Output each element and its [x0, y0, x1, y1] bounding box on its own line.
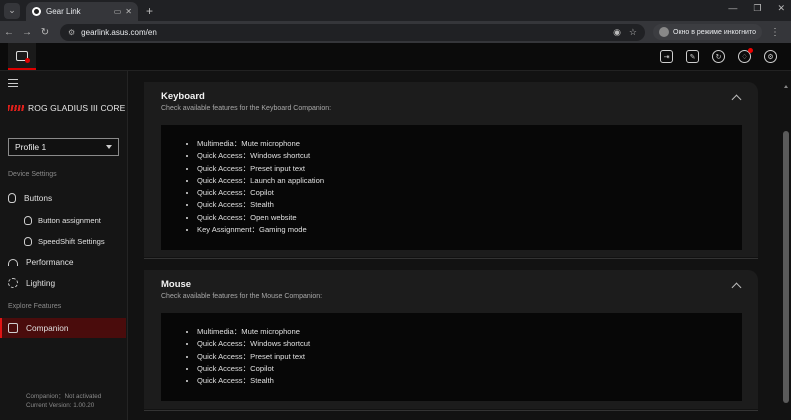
lighting-sun-icon: [8, 278, 18, 288]
panel-description: Check available features for the Mouse C…: [161, 293, 323, 300]
profile-value: Profile 1: [15, 142, 47, 152]
sidebar-item-lighting[interactable]: Lighting: [0, 273, 126, 293]
sidebar-item-performance[interactable]: Performance: [0, 252, 126, 272]
list-item: Quick Access：Copilot: [197, 363, 310, 375]
list-item: Quick Access：Stealth: [197, 375, 310, 387]
chevron-down-icon: [106, 145, 112, 149]
list-item: Multimedia：Mute microphone: [197, 138, 324, 150]
hamburger-menu-icon[interactable]: [8, 79, 18, 87]
list-item: Quick Access：Windows shortcut: [197, 150, 324, 162]
sidebar: ROG GLADIUS III CORE Profile 1 Device Se…: [0, 71, 128, 420]
mouse-icon: [24, 215, 32, 225]
device-settings-label: Device Settings: [8, 171, 57, 178]
incognito-badge[interactable]: Окно в режиме инкогнито: [653, 24, 762, 40]
panel-divider: [144, 258, 758, 259]
bookmark-star-icon[interactable]: ☆: [629, 27, 637, 38]
scroll-thumb[interactable]: [783, 131, 789, 403]
close-window-icon[interactable]: ✕: [777, 3, 785, 14]
notification-bell-icon[interactable]: ♢: [738, 48, 753, 63]
keyboard-companion-panel: Keyboard Check available features for th…: [144, 82, 758, 257]
feature-list-box: Multimedia：Mute microphone Quick Access：…: [161, 313, 742, 401]
keyboard-feature-list: Multimedia：Mute microphone Quick Access：…: [191, 138, 324, 236]
sync-icon[interactable]: ↻: [712, 50, 725, 63]
list-item: Multimedia：Mute microphone: [197, 326, 310, 338]
eye-off-icon[interactable]: ◉: [613, 27, 621, 38]
tab-media-icon[interactable]: ▭: [114, 7, 122, 16]
sidebar-item-label: Performance: [26, 257, 74, 267]
site-info-icon[interactable]: ⚙: [68, 28, 75, 37]
sidebar-item-label: Companion: [26, 323, 69, 333]
chevron-up-icon[interactable]: [731, 94, 742, 105]
explore-features-label: Explore Features: [8, 303, 62, 310]
scroll-up-arrow-icon[interactable]: [784, 85, 788, 88]
edit-icon[interactable]: ✎: [686, 50, 699, 63]
panel-description: Check available features for the Keyboar…: [161, 105, 332, 112]
list-item: Quick Access：Open website: [197, 212, 324, 224]
browser-tab[interactable]: Gear Link ▭ ✕: [26, 2, 138, 21]
url-text: gearlink.asus.com/en: [81, 27, 157, 37]
mouse-icon: [8, 193, 16, 203]
exit-icon[interactable]: ⇥: [660, 50, 673, 63]
sidebar-item-companion[interactable]: Companion: [0, 318, 126, 338]
header-actions: ⇥ ✎ ↻ ♢ ⚙: [660, 48, 777, 63]
sidebar-item-button-assignment[interactable]: Button assignment: [0, 210, 126, 230]
sidebar-item-label: Lighting: [26, 278, 56, 288]
device-icon: [16, 50, 30, 63]
window-controls: — ❐ ✕: [728, 3, 785, 14]
panel-divider: [144, 410, 758, 411]
address-bar[interactable]: ⚙ gearlink.asus.com/en ◉ ☆: [60, 23, 645, 41]
device-title: ROG GLADIUS III CORE: [8, 103, 125, 113]
favicon-icon: [32, 7, 41, 16]
browser-toolbar: ← → ↻ ⚙ gearlink.asus.com/en ◉ ☆ Окно в …: [0, 21, 791, 43]
profile-select[interactable]: Profile 1: [8, 138, 119, 156]
companion-status-text: Companion：Not activated: [26, 393, 102, 400]
browser-tab-bar: ⌄ Gear Link ▭ ✕ + — ❐ ✕: [0, 0, 791, 21]
companion-status: Companion：Not activated Current Version:…: [26, 392, 101, 410]
browser-menu-icon[interactable]: ⋮: [770, 27, 780, 38]
sidebar-item-label: SpeedShift Settings: [38, 236, 105, 246]
sidebar-item-buttons[interactable]: Buttons: [0, 188, 126, 208]
list-item: Quick Access：Launch an application: [197, 175, 324, 187]
app-header: ⇥ ✎ ↻ ♢ ⚙: [0, 43, 791, 71]
list-item: Quick Access：Windows shortcut: [197, 338, 310, 350]
new-tab-plus-icon[interactable]: +: [146, 4, 153, 18]
chevron-up-icon[interactable]: [731, 282, 742, 293]
main-content: Keyboard Check available features for th…: [128, 71, 791, 420]
incognito-icon: [659, 27, 669, 37]
mouse-feature-list: Multimedia：Mute microphone Quick Access：…: [191, 326, 310, 387]
sidebar-item-label: Buttons: [24, 193, 53, 203]
scrollbar[interactable]: [783, 85, 789, 415]
list-item: Quick Access：Stealth: [197, 199, 324, 211]
minimize-icon[interactable]: —: [728, 3, 737, 14]
settings-gear-icon[interactable]: ⚙: [764, 50, 777, 63]
sidebar-item-speedshift[interactable]: SpeedShift Settings: [0, 231, 126, 251]
panel-title: Mouse: [161, 279, 192, 290]
restore-icon[interactable]: ❐: [753, 3, 761, 14]
list-item: Quick Access：Preset input text: [197, 351, 310, 363]
list-item: Quick Access：Preset input text: [197, 163, 324, 175]
feature-list-box: Multimedia：Mute microphone Quick Access：…: [161, 125, 742, 250]
companion-icon: [8, 323, 18, 333]
tab-title: Gear Link: [46, 7, 81, 16]
mouse-icon: [24, 236, 32, 246]
panel-title: Keyboard: [161, 91, 205, 102]
version-text: Current Version: 1.00.20: [26, 402, 95, 409]
forward-arrow-icon[interactable]: →: [18, 27, 36, 38]
tab-list-chevron-icon[interactable]: ⌄: [4, 2, 20, 19]
reload-icon[interactable]: ↻: [36, 27, 54, 38]
mouse-companion-panel: Mouse Check available features for the M…: [144, 270, 758, 409]
rog-logo-icon: [8, 105, 24, 111]
device-name: ROG GLADIUS III CORE: [28, 103, 126, 113]
sidebar-item-label: Button assignment: [38, 215, 101, 225]
device-home-button[interactable]: [8, 43, 36, 70]
back-arrow-icon[interactable]: ←: [0, 27, 18, 38]
list-item: Key Assignment：Gaming mode: [197, 224, 324, 236]
tab-close-icon[interactable]: ✕: [125, 7, 132, 16]
list-item: Quick Access：Copilot: [197, 187, 324, 199]
gauge-icon: [8, 258, 18, 266]
incognito-label: Окно в режиме инкогнито: [673, 28, 756, 36]
